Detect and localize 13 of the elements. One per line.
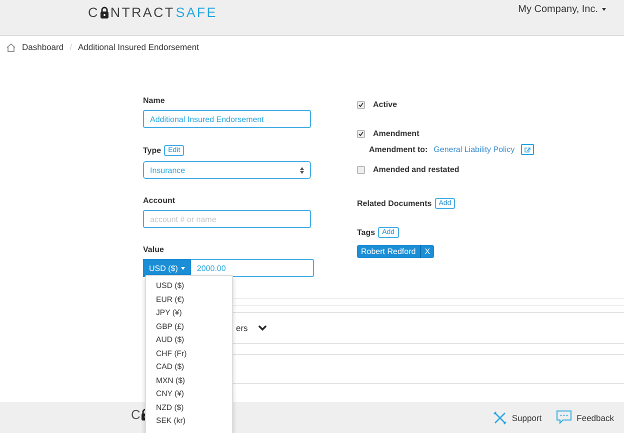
section-label: Related Documents xyxy=(357,199,432,208)
field-label: Account xyxy=(143,196,176,205)
field-label: Type xyxy=(143,146,162,155)
checkbox-label: Active xyxy=(373,100,398,109)
checkbox-label: Amendment xyxy=(373,129,420,138)
section-label: Tags xyxy=(357,228,376,237)
field-label: Value xyxy=(143,245,165,254)
tag: Robert Redford xyxy=(357,245,420,258)
breadcrumb-separator: / xyxy=(70,42,72,52)
field-label: Name xyxy=(143,96,166,105)
checkbox-label: Amended and restated xyxy=(373,165,460,174)
amendment-label: Amendment to: xyxy=(369,145,428,154)
panel-title: ers xyxy=(236,323,248,333)
